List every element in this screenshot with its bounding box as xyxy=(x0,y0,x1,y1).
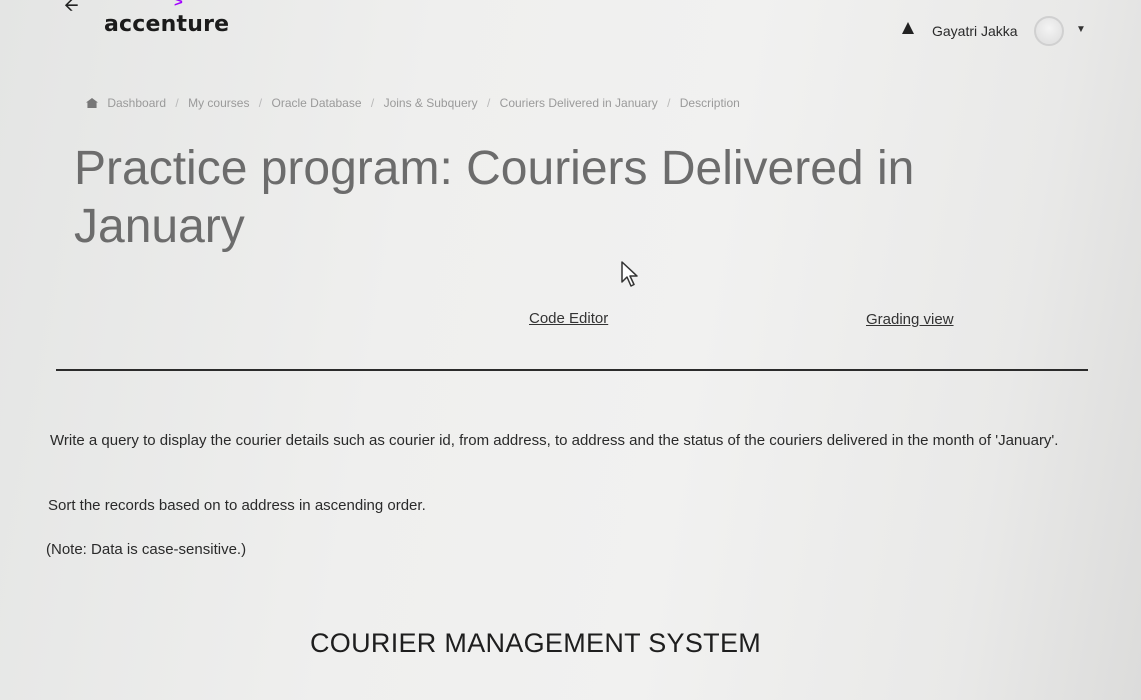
user-icon xyxy=(902,22,914,34)
breadcrumb-description: Description xyxy=(679,96,740,110)
avatar[interactable] xyxy=(1034,16,1064,46)
breadcrumb-couriers-delivered[interactable]: Couriers Delivered in January xyxy=(500,96,658,110)
breadcrumb-joins-subquery[interactable]: Joins & Subquery xyxy=(384,96,478,110)
breadcrumb-oracle-database[interactable]: Oracle Database xyxy=(271,96,361,110)
question-text: Write a query to display the courier det… xyxy=(50,432,1059,449)
back-arrow-icon[interactable]: 🡨 xyxy=(64,0,79,14)
breadcrumb-separator: / xyxy=(370,96,375,110)
breadcrumb-separator: / xyxy=(258,96,263,110)
code-editor-link[interactable]: Code Editor xyxy=(529,310,608,327)
accenture-logo-mark: > xyxy=(174,0,183,11)
mouse-cursor-icon xyxy=(621,261,638,287)
chevron-down-icon[interactable]: ▼ xyxy=(1076,24,1086,35)
case-note: (Note: Data is case-sensitive.) xyxy=(46,541,247,558)
page-title: Practice program: Couriers Delivered in … xyxy=(74,142,915,253)
breadcrumb: Dashboard / My courses / Oracle Database… xyxy=(86,96,740,110)
sort-instruction: Sort the records based on to address in … xyxy=(48,497,426,514)
breadcrumb-separator: / xyxy=(486,96,491,110)
user-name[interactable]: Gayatri Jakka xyxy=(932,23,1018,39)
grading-view-link[interactable]: Grading view xyxy=(866,311,954,328)
breadcrumb-dashboard[interactable]: Dashboard xyxy=(107,96,166,110)
breadcrumb-my-courses[interactable]: My courses xyxy=(188,96,249,110)
section-heading: COURIER MANAGEMENT SYSTEM xyxy=(310,628,762,658)
breadcrumb-separator: / xyxy=(175,96,179,110)
home-icon xyxy=(86,98,98,108)
breadcrumb-separator: / xyxy=(667,96,671,110)
divider xyxy=(56,369,1088,371)
accenture-logo[interactable]: accenture xyxy=(104,12,229,37)
